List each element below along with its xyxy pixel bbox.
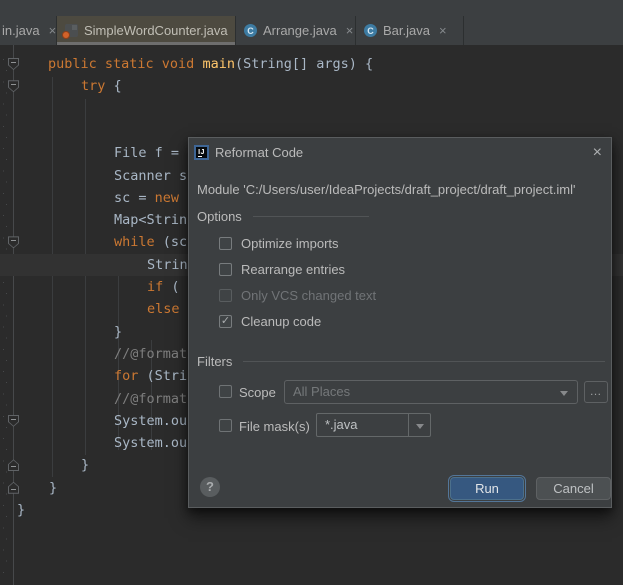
code-line: } xyxy=(81,457,90,474)
help-button[interactable]: ? xyxy=(200,477,220,497)
code-line: Strin xyxy=(147,256,188,273)
section-separator-line xyxy=(252,216,369,217)
code-line: Scanner s xyxy=(114,167,188,184)
code-line: while (sc xyxy=(114,234,188,251)
dialog-close-icon[interactable]: × xyxy=(593,141,602,165)
tab-in-java[interactable]: in.java × xyxy=(0,16,57,45)
file-mask-dropdown-button[interactable] xyxy=(408,414,430,436)
reformat-code-dialog: IJ Reformat Code × Module 'C:/Users/user… xyxy=(188,137,612,508)
option-row: Optimize imports xyxy=(219,230,376,256)
gutter-dots xyxy=(6,70,7,580)
scope-label: Scope xyxy=(239,385,276,400)
option-row: Only VCS changed text xyxy=(219,282,376,308)
tab-arrange-java[interactable]: C Arrange.java × xyxy=(236,16,356,45)
fold-marker-icon[interactable] xyxy=(8,236,19,249)
option-row: ✓ Cleanup code xyxy=(219,308,376,334)
filters-section-label: Filters xyxy=(197,354,233,369)
code-line: if ( xyxy=(147,279,180,295)
option-label: Optimize imports xyxy=(241,235,339,251)
code-line: try { xyxy=(81,78,122,95)
gutter-fold-line xyxy=(13,45,14,585)
cancel-button[interactable]: Cancel xyxy=(536,477,611,500)
scope-checkbox[interactable] xyxy=(219,385,232,398)
options-section-label: Options xyxy=(197,209,242,224)
code-line: System.ou xyxy=(114,412,188,429)
tab-close-icon[interactable]: × xyxy=(439,23,447,38)
tab-label: Arrange.java xyxy=(263,23,337,38)
file-mask-combobox[interactable]: *.java xyxy=(316,413,431,437)
filters-section-header: Filters xyxy=(197,354,605,369)
run-button[interactable]: Run xyxy=(448,475,526,502)
chevron-down-icon xyxy=(560,391,568,396)
tab-label: Bar.java xyxy=(383,23,430,38)
code-line: public static void main(String[] args) { xyxy=(48,56,374,72)
only-vcs-changed-text-checkbox xyxy=(219,288,232,302)
scope-dropdown-value: All Places xyxy=(293,384,351,399)
editor-tab-bar: in.java×SimpleWordCounter.java×CArrange.… xyxy=(0,0,623,45)
options-list: Optimize imports Rearrange entries Only VC… xyxy=(219,230,376,334)
fold-marker-icon[interactable] xyxy=(8,481,19,494)
code-line: //@format xyxy=(114,390,188,407)
code-line: else xyxy=(147,301,180,318)
option-label: Cleanup code xyxy=(241,313,322,329)
gutter-dots xyxy=(3,59,4,579)
code-line: Map<Strin xyxy=(114,212,188,229)
file-mask-checkbox[interactable] xyxy=(219,419,232,432)
section-separator-line xyxy=(243,361,605,362)
options-section-header: Options xyxy=(197,209,597,224)
fold-marker-icon[interactable] xyxy=(8,58,19,70)
code-line: System.ou xyxy=(114,435,188,452)
code-line: sc = new xyxy=(114,189,188,206)
scope-dropdown[interactable]: All Places xyxy=(284,380,578,404)
indent-guide xyxy=(52,77,53,477)
class-icon: C xyxy=(364,24,377,37)
code-line: File f = xyxy=(114,145,188,162)
optimize-imports-checkbox[interactable] xyxy=(219,236,232,250)
tab-simplewordcounter-java[interactable]: SimpleWordCounter.java× xyxy=(57,16,236,45)
option-row: Rearrange entries xyxy=(219,256,376,282)
fold-marker-icon[interactable] xyxy=(8,459,19,472)
chevron-down-icon xyxy=(416,424,424,429)
scope-browse-button[interactable]: … xyxy=(584,381,608,403)
fold-marker-icon[interactable] xyxy=(8,414,19,427)
rearrange-entries-checkbox[interactable] xyxy=(219,262,232,276)
code-line: } xyxy=(17,502,26,518)
code-line: for (Stri xyxy=(114,368,188,385)
class-icon: C xyxy=(244,24,257,37)
code-line: } xyxy=(49,479,58,496)
module-path-label: Module 'C:/Users/user/IdeaProjects/draft… xyxy=(197,182,576,197)
option-label: Rearrange entries xyxy=(241,261,346,277)
tab-close-icon[interactable]: × xyxy=(346,23,354,38)
cleanup-code-checkbox[interactable]: ✓ xyxy=(219,314,232,328)
tab-label: in.java xyxy=(2,23,40,38)
fold-marker-icon[interactable] xyxy=(8,80,19,93)
tab-bar-java[interactable]: C Bar.java × xyxy=(356,16,464,45)
tab-strip: in.java×SimpleWordCounter.java×CArrange.… xyxy=(0,16,464,45)
java-file-icon xyxy=(62,24,78,39)
intellij-logo-icon: IJ xyxy=(194,145,209,160)
option-label: Only VCS changed text xyxy=(241,287,377,303)
dialog-title: Reformat Code xyxy=(215,145,304,160)
tab-close-icon[interactable]: × xyxy=(49,23,56,38)
code-line: //@format xyxy=(114,345,188,362)
tab-label: SimpleWordCounter.java xyxy=(84,23,228,38)
file-mask-value: *.java xyxy=(325,417,358,432)
file-mask-label: File mask(s) xyxy=(239,419,310,434)
indent-guide xyxy=(85,99,86,455)
code-line: } xyxy=(114,323,123,340)
